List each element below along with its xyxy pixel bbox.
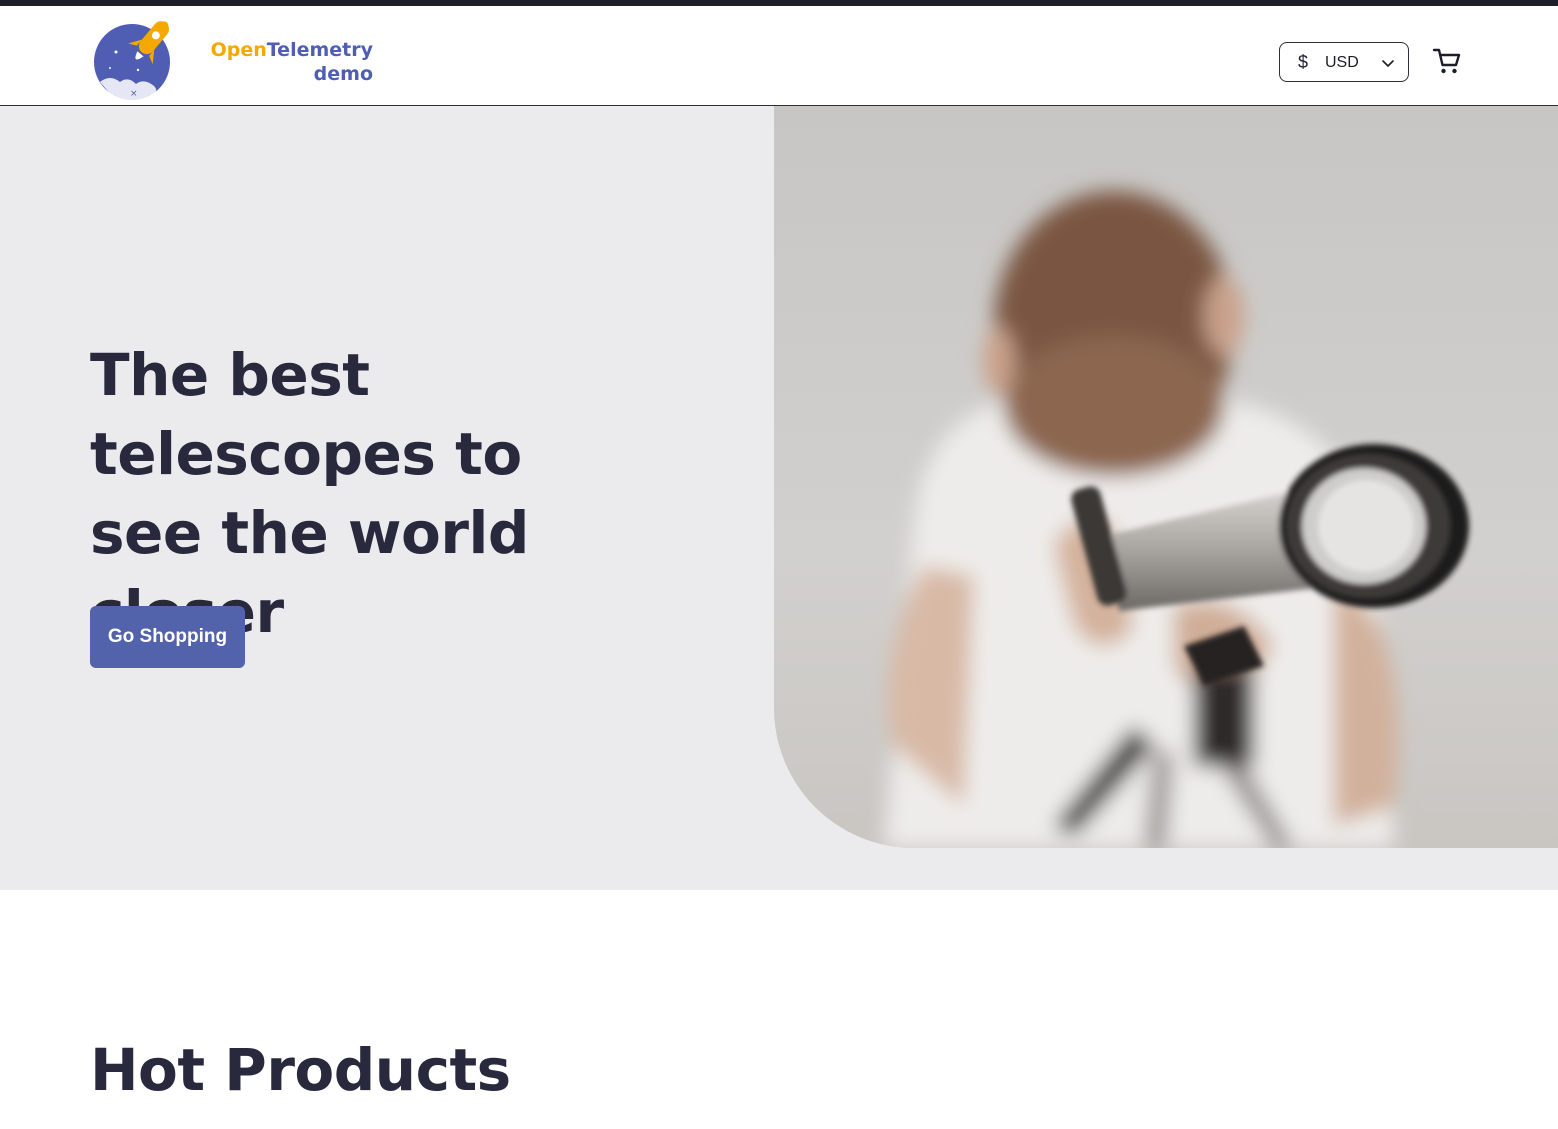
currency-selector[interactable]: $ USD bbox=[1279, 42, 1409, 82]
hero-banner: The best telescopes to see the world clo… bbox=[0, 106, 1558, 890]
child-with-telescope-illustration bbox=[884, 191, 1469, 848]
go-shopping-button[interactable]: Go Shopping bbox=[90, 606, 245, 668]
shopping-cart-icon[interactable] bbox=[1432, 46, 1462, 76]
rocket-moon-logo-icon: × × bbox=[94, 21, 170, 101]
site-header: × × OpenTelemetry demo $ USD bbox=[0, 6, 1558, 106]
hero-title: The best telescopes to see the world clo… bbox=[90, 341, 529, 646]
logo-wordmark: OpenTelemetry demo bbox=[193, 38, 373, 86]
svg-text:×: × bbox=[108, 32, 116, 43]
hero-telescope-image bbox=[774, 106, 1558, 848]
home-logo-link[interactable]: × × OpenTelemetry demo bbox=[90, 12, 380, 102]
currency-symbol: $ bbox=[1298, 52, 1309, 72]
logo-word-telemetry: Telemetry bbox=[266, 39, 373, 61]
logo-word-open: Open bbox=[210, 39, 267, 61]
currency-code: USD bbox=[1325, 54, 1359, 71]
hot-products-heading: Hot Products bbox=[90, 1036, 511, 1104]
chevron-down-icon bbox=[1382, 60, 1394, 67]
logo-word-demo: demo bbox=[313, 63, 373, 85]
svg-text:×: × bbox=[130, 89, 138, 99]
